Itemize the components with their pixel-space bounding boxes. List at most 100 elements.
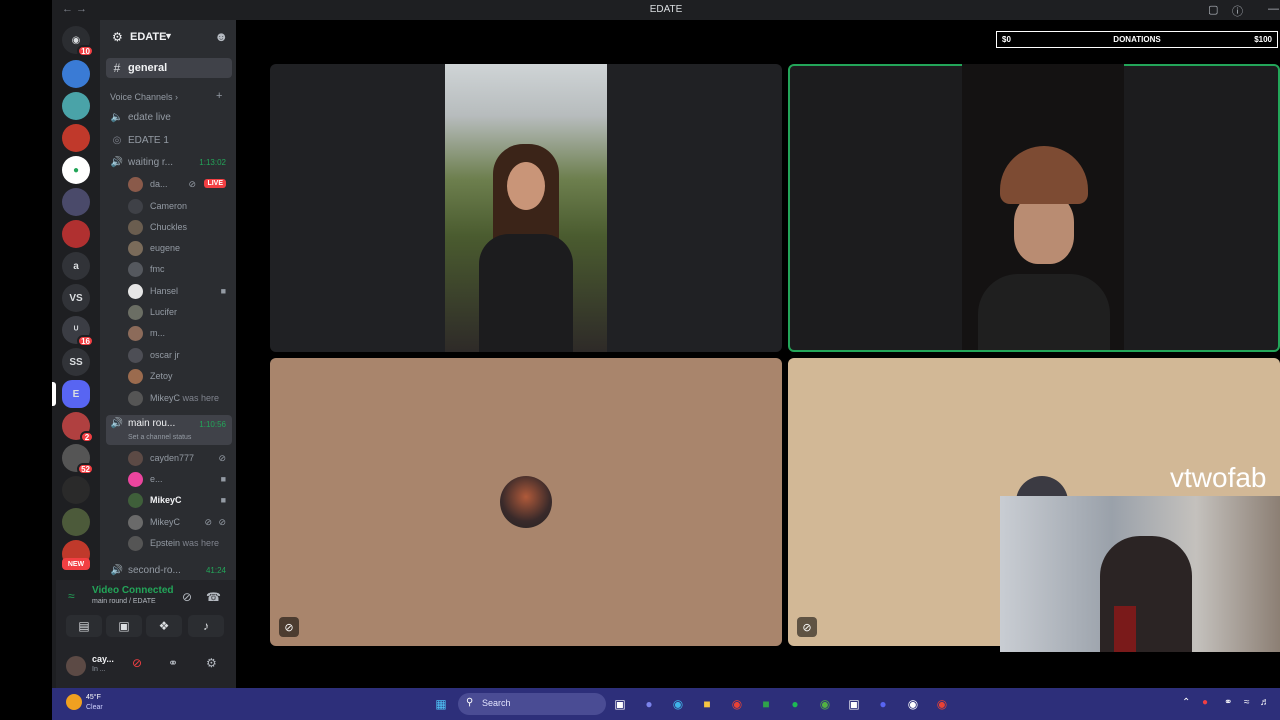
server-icon[interactable]: ᵁ 16 [62,316,94,347]
donation-min: $0 [1002,35,1011,44]
settings-gear-icon[interactable]: ⚙ [206,656,217,670]
invite-icon[interactable]: ☻ [214,29,228,44]
signal-icon[interactable]: ≈ [68,589,75,603]
file-explorer-icon[interactable]: ■ [699,696,715,712]
mic-icon[interactable]: ⚭ [1224,697,1232,708]
server-icon[interactable]: ● [62,156,90,184]
channel-edate-1[interactable]: ◎ EDATE 1 [106,130,232,150]
channel-edate-live[interactable]: 🔈 edate live [106,107,232,127]
server-icon[interactable] [62,124,90,152]
headphones-icon[interactable]: ⚭ [168,656,178,670]
voice-member[interactable]: m... [128,323,232,343]
voice-member[interactable]: Epstein was here [128,533,232,553]
start-icon[interactable]: ▦ [433,696,449,712]
member-name: MikeyC [150,495,182,505]
add-channel-icon[interactable]: + [216,90,222,102]
disconnect-icon[interactable]: ☎ [206,590,221,604]
mic-muted-icon[interactable]: ⊘ [132,656,142,670]
server-icon[interactable]: VS [62,284,90,312]
tray-app-icon[interactable]: ● [1202,697,1208,708]
voice-channel-path[interactable]: main round / EDATE [92,598,156,605]
voice-member[interactable]: MikeyC ⊘ ⊘ [128,512,232,532]
minecraft-icon[interactable]: ■ [758,696,774,712]
voice-member[interactable]: fmc [128,259,232,279]
server-icon[interactable] [62,508,90,536]
server-icon[interactable] [62,92,90,120]
xbox-icon[interactable]: ◉ [817,696,833,712]
edge-icon[interactable]: ◉ [670,696,686,712]
server-header[interactable]: ⚙ EDATE ▼ ☻ [100,24,236,52]
voice-member[interactable]: Chuckles [128,217,232,237]
voice-member[interactable]: Lucifer [128,302,232,322]
store-icon[interactable]: ▣ [846,696,862,712]
chrome-icon[interactable]: ◉ [729,696,745,712]
discord-icon[interactable]: ● [875,696,891,712]
server-icon[interactable] [62,188,90,216]
channel-status[interactable]: Set a channel status [128,434,191,441]
wifi-icon[interactable]: ≈ [1244,697,1250,708]
server-icon[interactable] [62,220,90,248]
weather-condition[interactable]: Clear [86,704,103,711]
task-view-icon[interactable]: ▣ [612,696,628,712]
voice-member[interactable]: Cameron [128,196,232,216]
video-content [507,162,545,210]
donation-label: DONATIONS [1113,35,1161,44]
screen-share-button[interactable]: ▣ [106,615,142,637]
channel-second-round[interactable]: 🔊 second-ro... 41:24 [106,560,232,580]
selected-server-pill [52,382,56,406]
volume-icon[interactable]: ♬ [1260,697,1270,708]
home-icon[interactable]: ◉ 10 [62,26,94,57]
camera-toggle-button[interactable]: ▤ [66,615,102,637]
user-status: In ... [92,666,106,673]
server-icon[interactable]: 52 [62,444,94,475]
chrome-icon[interactable]: ◉ [934,696,950,712]
server-icon[interactable]: a [62,252,90,280]
camera-icon: ■ [220,286,226,296]
minimize-icon[interactable]: — [1268,3,1279,15]
help-icon[interactable]: ⓘ [1232,3,1243,19]
user-name[interactable]: cay... [92,654,114,664]
channel-waiting-room[interactable]: 🔊 waiting r... 1:13:02 [106,152,232,172]
noise-suppression-icon[interactable]: ⊘ [182,590,192,604]
spotify-icon[interactable]: ● [787,696,803,712]
user-avatar[interactable] [66,656,86,676]
voice-status[interactable]: Video Connected [92,585,174,596]
channel-timer: 41:24 [205,565,226,575]
obs-icon[interactable]: ◉ [905,696,921,712]
voice-member[interactable]: da... ⊘ LIVE [128,174,232,194]
tray-chevron-icon[interactable]: ⌃ [1182,697,1190,708]
channel-label: EDATE 1 [128,134,169,146]
server-icon-edate[interactable]: E [62,380,90,408]
mute-icon: ⊘ [279,617,299,637]
channel-general[interactable]: # general [106,58,232,78]
avatar [128,176,143,192]
weather-temp[interactable]: 45°F [86,694,101,701]
voice-member[interactable]: Zetoy [128,366,232,386]
voice-member[interactable]: Hansel ■ [128,281,232,301]
left-black-strip [0,0,52,688]
voice-member[interactable]: MikeyC ■ [128,490,232,510]
voice-member[interactable]: oscar jr [128,345,232,365]
server-icon[interactable]: SS [62,348,90,376]
server-icon[interactable] [62,476,90,504]
voice-member[interactable]: cayden777 ⊘ [128,448,232,468]
voice-member[interactable]: e... ■ [128,469,232,489]
voice-category[interactable]: Voice Channels › [110,92,178,102]
activities-button[interactable]: ❖ [146,615,182,637]
avatar [128,198,143,214]
voice-member[interactable]: eugene [128,238,232,258]
taskbar-search[interactable]: ⚲ Search [458,693,606,715]
voice-member[interactable]: MikeyC was here [128,388,232,408]
soundboard-button[interactable]: ♪ [188,615,224,637]
inbox-icon[interactable]: ▢ [1208,3,1218,16]
member-name: Chuckles [150,222,188,232]
server-icon[interactable]: 2 [62,412,94,443]
weather-icon[interactable] [66,694,82,710]
search-icon: ⚲ [466,697,474,708]
unread-badge: 10 [77,45,94,57]
member-name: Zetoy [150,371,173,381]
back-arrow-icon[interactable]: ← → [62,3,87,15]
avatar [128,347,143,363]
teams-icon[interactable]: ● [641,696,657,712]
server-icon[interactable] [62,60,90,88]
